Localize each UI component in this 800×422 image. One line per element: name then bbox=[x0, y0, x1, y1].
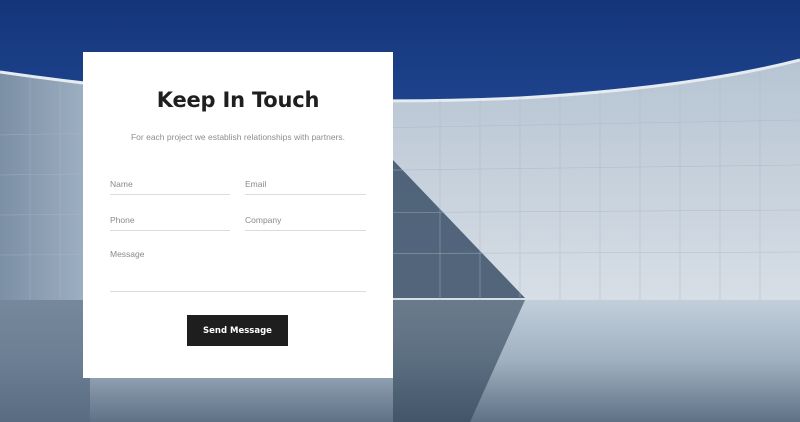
phone-input[interactable] bbox=[110, 209, 230, 231]
contact-title: Keep In Touch bbox=[156, 88, 320, 112]
name-input[interactable] bbox=[110, 174, 230, 195]
contact-form-card: Keep In Touch For each project we establ… bbox=[83, 52, 393, 378]
message-textarea[interactable] bbox=[110, 248, 366, 292]
email-input[interactable] bbox=[245, 174, 366, 195]
contact-subtitle: For each project we establish relationsh… bbox=[130, 132, 346, 142]
contact-section: Keep In Touch For each project we establ… bbox=[0, 0, 800, 422]
company-input[interactable] bbox=[245, 209, 366, 231]
send-message-button[interactable]: Send Message bbox=[187, 315, 288, 346]
